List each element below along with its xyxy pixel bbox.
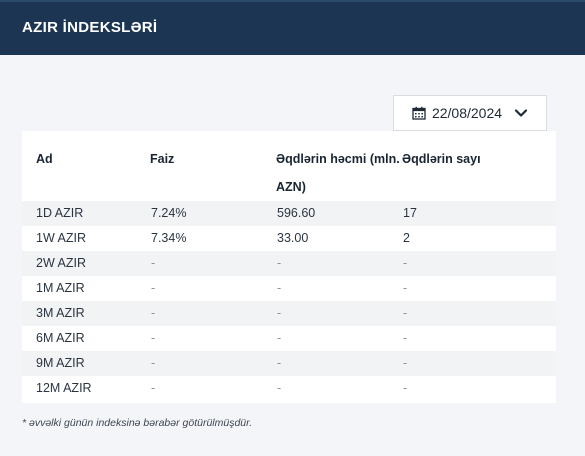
table-row: 1W AZIR 7.34% 33.00 2 [22, 226, 556, 251]
cell-volume: 33.00 [276, 226, 402, 251]
table-row: 2W AZIR - - - [22, 251, 556, 276]
cell-count: - [402, 251, 556, 276]
cell-rate: 7.24% [150, 201, 276, 226]
cell-volume: - [276, 251, 402, 276]
azir-table: Ad Faiz Əqdlərin həcmi (mln. AZN) Əqdlər… [22, 131, 556, 401]
cell-count: - [402, 301, 556, 326]
footnote: * əvvəlki günün indeksinə bərabər götürü… [22, 417, 253, 429]
cell-rate: - [150, 251, 276, 276]
cell-volume: - [276, 351, 402, 376]
column-header-rate: Faiz [150, 152, 175, 166]
cell-rate: - [150, 326, 276, 351]
cell-count: - [402, 326, 556, 351]
table-row: 6M AZIR - - - [22, 326, 556, 351]
calendar-icon [412, 106, 426, 120]
cell-volume: - [276, 376, 402, 401]
cell-rate: - [150, 301, 276, 326]
table-row: 1D AZIR 7.24% 596.60 17 [22, 201, 556, 226]
chevron-down-icon [514, 109, 528, 117]
column-header-volume: Əqdlərin həcmi (mln. AZN) [276, 152, 400, 194]
cell-name: 1M AZIR [22, 276, 150, 301]
cell-rate: - [150, 376, 276, 401]
cell-name: 1W AZIR [22, 226, 150, 251]
cell-name: 6M AZIR [22, 326, 150, 351]
cell-rate: - [150, 351, 276, 376]
cell-volume: - [276, 326, 402, 351]
azir-table-card: Ad Faiz Əqdlərin həcmi (mln. AZN) Əqdlər… [22, 131, 556, 403]
column-header-count: Əqdlərin sayı [402, 152, 481, 166]
table-row: 3M AZIR - - - [22, 301, 556, 326]
panel-header: AZIR İNDEKSLƏRİ [0, 0, 585, 55]
cell-name: 1D AZIR [22, 201, 150, 226]
cell-count: - [402, 276, 556, 301]
cell-name: 9M AZIR [22, 351, 150, 376]
panel-title: AZIR İNDEKSLƏRİ [22, 19, 158, 36]
cell-volume: - [276, 301, 402, 326]
table-row: 12M AZIR - - - [22, 376, 556, 401]
cell-count: - [402, 376, 556, 401]
cell-count: 17 [402, 201, 556, 226]
cell-name: 3M AZIR [22, 301, 150, 326]
cell-name: 2W AZIR [22, 251, 150, 276]
cell-count: 2 [402, 226, 556, 251]
cell-rate: - [150, 276, 276, 301]
cell-volume: 596.60 [276, 201, 402, 226]
column-header-name: Ad [36, 152, 53, 166]
table-row: 1M AZIR - - - [22, 276, 556, 301]
cell-rate: 7.34% [150, 226, 276, 251]
date-picker-button[interactable]: 22/08/2024 [393, 95, 547, 131]
cell-volume: - [276, 276, 402, 301]
selected-date: 22/08/2024 [431, 105, 503, 121]
table-header-row: Ad Faiz Əqdlərin həcmi (mln. AZN) Əqdlər… [22, 131, 556, 201]
table-row: 9M AZIR - - - [22, 351, 556, 376]
azir-indexes-panel: AZIR İNDEKSLƏRİ 22/08/2024 Ad Faiz Əqdlə… [0, 0, 585, 456]
cell-count: - [402, 351, 556, 376]
cell-name: 12M AZIR [22, 376, 150, 401]
